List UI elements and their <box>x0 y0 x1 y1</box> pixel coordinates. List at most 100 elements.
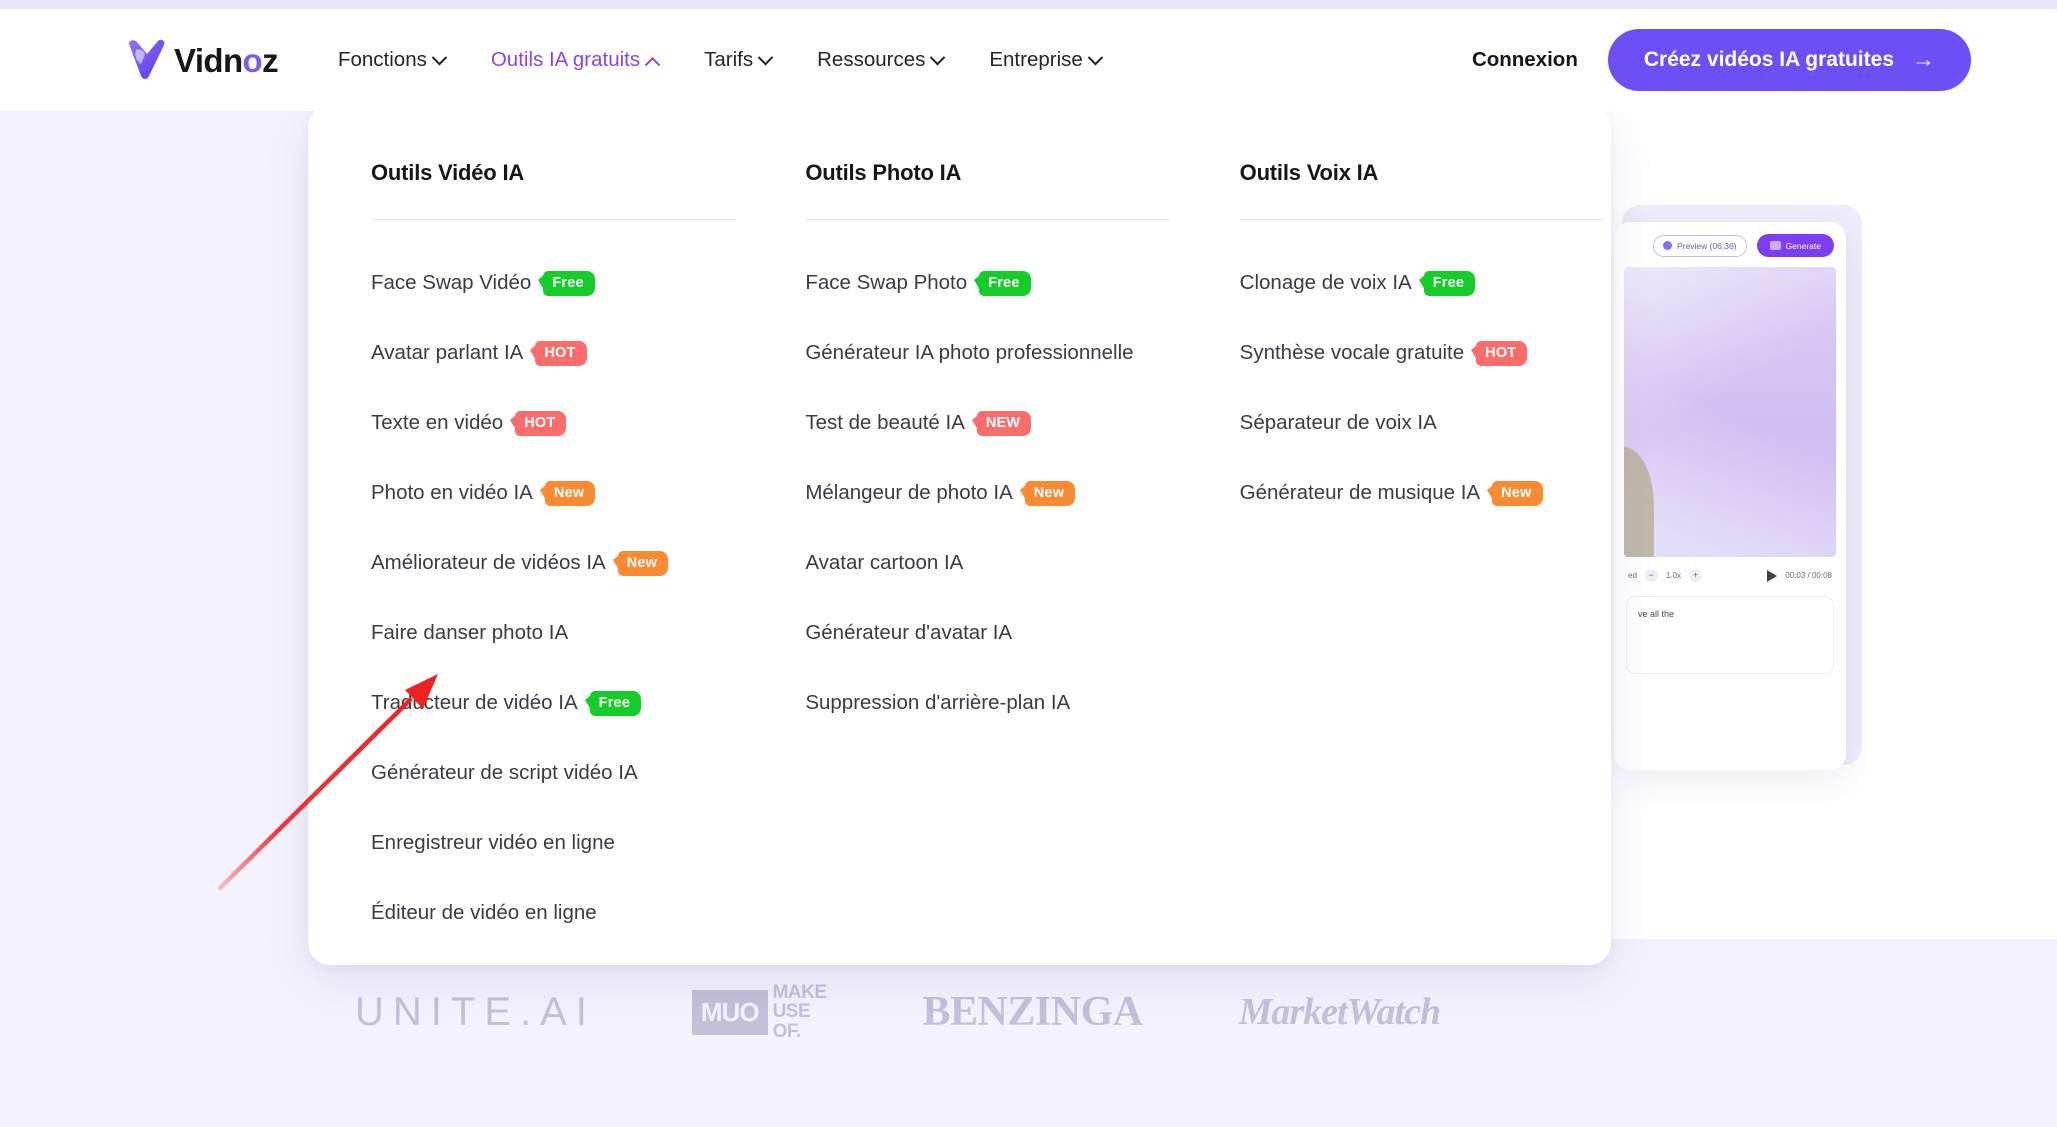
speed-increase-button[interactable]: + <box>1689 569 1703 582</box>
column-title: Outils Voix IA <box>1239 160 1379 185</box>
preview-button[interactable]: Preview (06:36) <box>1653 234 1747 257</box>
dropdown-column-voice: Outils Voix IA Clonage de voix IA Free S… <box>1239 160 1611 965</box>
badge-hot: HOT <box>530 340 587 366</box>
menu-item-label: Générateur IA photo professionnelle <box>805 341 1134 364</box>
free-ai-tools-dropdown-panel: Outils Vidéo IA Face Swap Vidéo Free Ava… <box>308 105 1611 965</box>
nav-label: Entreprise <box>989 48 1083 71</box>
nav-item-ressources[interactable]: Ressources <box>794 38 966 82</box>
badge-new: New <box>612 550 669 576</box>
menu-item-editeur-de-video-en-ligne[interactable]: Éditeur de vidéo en ligne <box>371 878 742 948</box>
menu-item-label: Séparateur de voix IA <box>1239 411 1437 434</box>
menu-item-clonage-de-voix-ia[interactable]: Clonage de voix IA Free <box>1240 248 1611 318</box>
nav-label: Outils IA gratuits <box>490 48 641 71</box>
badge-new: New <box>1019 480 1076 506</box>
nav-label: Ressources <box>817 48 926 71</box>
menu-item-label: Générateur de script vidéo IA <box>371 761 638 784</box>
script-textarea[interactable]: ve all the <box>1626 596 1834 674</box>
generate-button[interactable]: Generate <box>1756 234 1834 257</box>
menu-item-face-swap-video[interactable]: Face Swap Vidéo Free <box>371 248 742 318</box>
brand-wordmark: Vidnoz <box>174 42 279 80</box>
header-actions: Connexion Créez vidéos IA gratuites → <box>1472 29 1971 91</box>
generate-button-label: Generate <box>1785 240 1821 251</box>
nav-item-entreprise[interactable]: Entreprise <box>966 38 1123 82</box>
create-free-ai-videos-button[interactable]: Créez vidéos IA gratuites → <box>1607 29 1971 91</box>
menu-item-label: Texte en vidéo <box>371 411 504 434</box>
play-circle-icon <box>1663 241 1673 250</box>
chevron-down-icon <box>757 49 774 65</box>
menu-item-test-de-beaute-ia[interactable]: Test de beauté IA NEW <box>805 388 1176 458</box>
chevron-up-icon <box>644 56 661 73</box>
muo-badge: MUO <box>691 989 768 1035</box>
playback-controls: ed − 1.0x + 00:03 / 00:08 <box>1614 557 1846 592</box>
menu-item-label: Avatar cartoon IA <box>805 551 964 574</box>
menu-item-label: Suppression d'arrière-plan IA <box>805 691 1071 714</box>
menu-item-generateur-davatar-ia[interactable]: Générateur d'avatar IA <box>805 598 1176 668</box>
menu-item-label: Générateur de musique IA <box>1239 481 1481 504</box>
menu-item-avatar-cartoon-ia[interactable]: Avatar cartoon IA <box>805 528 1176 598</box>
badge-hot: HOT <box>510 410 567 436</box>
chevron-down-icon <box>930 49 946 65</box>
menu-item-label: Éditeur de vidéo en ligne <box>371 901 597 924</box>
menu-item-label: Face Swap Vidéo <box>371 271 532 294</box>
menu-item-melangeur-de-photo-ia[interactable]: Mélangeur de photo IA New <box>805 458 1176 528</box>
menu-item-label: Face Swap Photo <box>805 271 968 294</box>
muo-wordmark: MAKE USE OF. <box>773 983 827 1041</box>
menu-item-label: Enregistreur vidéo en ligne <box>371 831 615 854</box>
brand-logo[interactable]: Vidnoz <box>125 38 279 82</box>
dropdown-column-video: Outils Vidéo IA Face Swap Vidéo Free Ava… <box>371 160 742 965</box>
menu-item-faire-danser-photo-ia[interactable]: Faire danser photo IA <box>371 598 742 668</box>
menu-item-face-swap-photo[interactable]: Face Swap Photo Free <box>805 248 1176 318</box>
column-title: Outils Vidéo IA <box>371 160 525 185</box>
brand-name-prefix: Vidn <box>174 42 243 79</box>
login-link[interactable]: Connexion <box>1472 48 1578 72</box>
column-divider <box>1239 219 1605 220</box>
preview-button-label: Preview (06:36) <box>1677 240 1737 251</box>
playback-time: 00:03 / 00:08 <box>1785 571 1832 580</box>
playback-left-label: ed <box>1628 571 1637 580</box>
badge-new: New <box>1487 480 1543 506</box>
menu-item-enregistreur-video-en-ligne[interactable]: Enregistreur vidéo en ligne <box>371 808 742 878</box>
muo-line-2: USE <box>772 1001 811 1023</box>
menu-item-ameliorateur-de-videos-ia[interactable]: Améliorateur de vidéos IA New <box>371 528 742 598</box>
nav-item-tarifs[interactable]: Tarifs <box>681 38 794 82</box>
speed-value: 1.0x <box>1665 571 1682 580</box>
menu-item-photo-en-video-ia[interactable]: Photo en vidéo IA New <box>371 458 742 528</box>
menu-item-label: Synthèse vocale gratuite <box>1239 341 1465 364</box>
menu-item-label: Faire danser photo IA <box>371 621 569 644</box>
menu-item-texte-en-video[interactable]: Texte en vidéo HOT <box>371 388 742 458</box>
badge-free: Free <box>538 270 595 296</box>
menu-item-traducteur-de-video-ia[interactable]: Traducteur de vidéo IA Free <box>371 668 742 738</box>
speed-decrease-button[interactable]: − <box>1644 569 1658 582</box>
press-logo-strip: UNITE.AI MUO MAKE USE OF. BENZINGA Marke… <box>0 968 2057 1056</box>
column-item-list: Face Swap Vidéo Free Avatar parlant IA H… <box>371 248 742 948</box>
menu-item-label: Générateur d'avatar IA <box>805 621 1013 644</box>
menu-item-generateur-ia-photo-professionnelle[interactable]: Générateur IA photo professionnelle <box>805 318 1176 388</box>
nav-label: Tarifs <box>704 48 754 71</box>
play-icon[interactable] <box>1767 569 1778 582</box>
top-accent-strip <box>0 0 2057 9</box>
column-divider <box>805 219 1171 220</box>
menu-item-avatar-parlant-ia[interactable]: Avatar parlant IA HOT <box>371 318 742 388</box>
chevron-down-icon <box>431 49 448 65</box>
video-preview-stage[interactable] <box>1624 267 1836 557</box>
menu-item-generateur-de-musique-ia[interactable]: Générateur de musique IA New <box>1240 458 1611 528</box>
badge-free: Free <box>974 270 1031 296</box>
menu-item-separateur-de-voix-ia[interactable]: Séparateur de voix IA <box>1240 388 1611 458</box>
badge-new: New <box>539 480 596 506</box>
badge-free: Free <box>584 690 642 716</box>
press-logo-unite-ai: UNITE.AI <box>355 989 596 1034</box>
column-item-list: Face Swap Photo Free Générateur IA photo… <box>805 248 1176 738</box>
menu-item-label: Photo en vidéo IA <box>371 481 533 504</box>
menu-item-synthese-vocale-gratuite[interactable]: Synthèse vocale gratuite HOT <box>1240 318 1611 388</box>
main-navigation: Fonctions Outils IA gratuits Tarifs Ress… <box>315 38 1124 82</box>
menu-item-generateur-de-script-video-ia[interactable]: Générateur de script vidéo IA <box>371 738 742 808</box>
video-editor-preview-card: Preview (06:36) Generate ed − 1.0x + 00:… <box>1614 222 1846 770</box>
muo-line-1: MAKE <box>772 981 827 1003</box>
badge-hot: HOT <box>1471 340 1528 366</box>
column-divider <box>371 219 736 220</box>
nav-item-fonctions[interactable]: Fonctions <box>315 38 468 82</box>
video-icon <box>1769 241 1781 250</box>
nav-item-outils-ia-gratuits[interactable]: Outils IA gratuits <box>468 38 681 82</box>
arrow-right-icon: → <box>1912 45 1935 72</box>
menu-item-suppression-darriere-plan-ia[interactable]: Suppression d'arrière-plan IA <box>805 668 1176 738</box>
